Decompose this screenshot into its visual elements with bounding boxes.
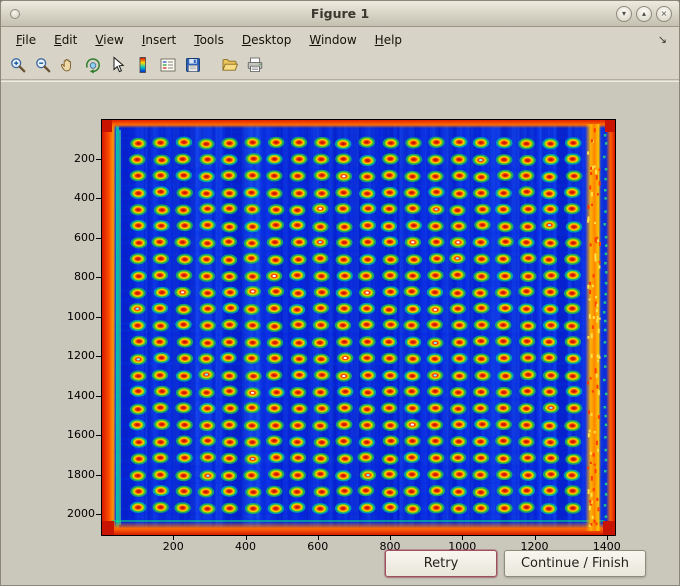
print-button[interactable] <box>243 53 267 77</box>
window-menu-icon[interactable] <box>10 9 20 19</box>
open-button[interactable] <box>218 53 242 77</box>
x-tick-label: 400 <box>235 540 256 553</box>
insert-legend-button[interactable] <box>156 53 180 77</box>
continue-finish-button[interactable]: Continue / Finish <box>504 550 646 577</box>
retry-button[interactable]: Retry <box>385 550 497 577</box>
window-title: Figure 1 <box>310 6 370 21</box>
y-tick-label: 1600 <box>67 428 95 442</box>
y-tick-label: 800 <box>74 270 95 284</box>
open-icon <box>221 56 239 74</box>
y-tick-label: 1400 <box>67 388 95 402</box>
close-button[interactable]: × <box>656 6 672 22</box>
x-tick-label: 200 <box>162 540 184 553</box>
rotate-3d-button[interactable] <box>81 53 105 77</box>
y-tick-label: 2000 <box>67 507 95 521</box>
menu-item-file[interactable]: File <box>7 29 45 51</box>
data-cursor-button[interactable] <box>106 53 130 77</box>
menu-item-insert[interactable]: Insert <box>133 29 185 51</box>
zoom-in-icon <box>9 56 27 74</box>
x-tick-mark <box>317 536 319 540</box>
plate-image-canvas[interactable] <box>102 120 615 535</box>
pan-icon <box>59 56 77 74</box>
window-controls: ▾ ▴ × <box>616 6 672 22</box>
x-tick-mark <box>462 536 464 540</box>
figure-window: Figure 1 ▾ ▴ × File Edit View Insert Tools Desk… <box>0 0 680 586</box>
insert-colorbar-icon <box>134 56 152 74</box>
x-tick-label: 600 <box>307 540 329 553</box>
x-tick-mark <box>390 536 391 540</box>
axes[interactable] <box>101 119 616 536</box>
y-tick-label: 200 <box>74 151 95 165</box>
menu-item-tools[interactable]: Tools <box>185 29 233 51</box>
y-tick-label: 1000 <box>67 309 95 323</box>
y-tick-label: 1200 <box>67 349 95 363</box>
insert-legend-icon <box>159 56 177 74</box>
menu-item-view[interactable]: View <box>86 29 132 51</box>
menubar: File Edit View Insert Tools Desktop Window Help… <box>1 28 679 51</box>
x-tick-mark <box>173 536 175 540</box>
y-tick-label: 400 <box>74 191 95 205</box>
zoom-out-icon <box>34 56 52 74</box>
minimize-icon: ▾ <box>621 9 626 18</box>
close-icon: × <box>660 9 668 18</box>
menu-item-window[interactable]: Window <box>300 29 365 51</box>
toolbar <box>1 51 679 80</box>
x-tick-mark <box>534 536 536 540</box>
y-tick-label: 600 <box>74 230 95 244</box>
y-tick-label: 1800 <box>67 467 95 481</box>
save-button[interactable] <box>181 53 205 77</box>
x-tick-mark <box>245 536 247 540</box>
rotate-3d-icon <box>84 56 102 74</box>
menu-item-edit[interactable]: Edit <box>45 29 86 51</box>
menu-item-desktop[interactable]: Desktop <box>233 29 301 51</box>
data-cursor-icon <box>109 56 127 74</box>
zoom-in-button[interactable] <box>6 53 30 77</box>
pan-button[interactable] <box>56 53 80 77</box>
print-icon <box>246 56 264 74</box>
zoom-out-button[interactable] <box>31 53 55 77</box>
menu-overflow-icon[interactable]: ↘ <box>652 33 673 46</box>
x-tick-mark <box>606 536 608 540</box>
insert-colorbar-button[interactable] <box>131 53 155 77</box>
titlebar[interactable]: Figure 1 ▾ ▴ × <box>1 1 679 27</box>
figure-area: 200 400 600 800 1000 1200 1400 1600 1800 2000 200 4… <box>1 81 679 585</box>
minimize-button[interactable]: ▾ <box>616 6 632 22</box>
save-icon <box>184 56 202 74</box>
maximize-button[interactable]: ▴ <box>636 6 652 22</box>
maximize-icon: ▴ <box>641 9 646 18</box>
menu-item-help[interactable]: Help <box>366 29 411 51</box>
